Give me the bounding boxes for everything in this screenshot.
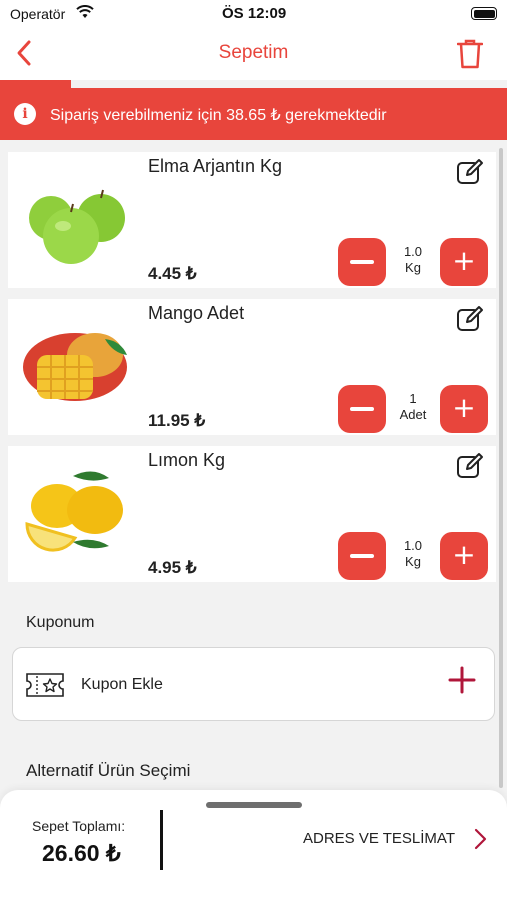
progress-track — [0, 80, 507, 88]
minus-icon — [350, 554, 374, 558]
quantity-unit: Kg — [405, 554, 421, 569]
address-delivery-button[interactable]: ADRES VE TESLİMAT — [300, 826, 500, 852]
edit-icon[interactable] — [456, 158, 484, 186]
quantity-unit: Adet — [399, 407, 427, 422]
battery-icon — [471, 7, 497, 20]
status-bar: Operatör ÖS 12:09 — [0, 0, 507, 30]
address-delivery-label: ADRES VE TESLİMAT — [303, 830, 455, 847]
mango-icon — [23, 333, 127, 401]
scrollbar[interactable] — [499, 148, 503, 788]
quantity-value: 1 — [409, 391, 417, 406]
divider — [160, 810, 163, 870]
chevron-right-icon — [474, 828, 487, 850]
minus-icon — [350, 407, 374, 411]
minimum-order-progress — [0, 80, 507, 88]
minus-icon — [350, 260, 374, 264]
plus-icon: + — [452, 538, 476, 571]
info-icon: i — [14, 103, 36, 125]
plus-icon[interactable] — [448, 666, 476, 694]
progress-fill — [0, 80, 71, 88]
alternative-product-section-title: Alternatif Ürün Seçimi — [26, 761, 191, 780]
coupon-section-title: Kuponum — [26, 614, 95, 631]
page-title: Sepetim — [218, 42, 289, 63]
product-price: 4.95 ₺ — [148, 558, 197, 577]
quantity-display: 1.0 Kg — [390, 244, 436, 276]
decrease-quantity-button[interactable] — [338, 238, 386, 286]
increase-quantity-button[interactable]: + — [440, 532, 488, 580]
product-name: Elma Arjantın Kg — [148, 156, 283, 176]
product-image[interactable] — [13, 448, 135, 580]
cart-item: Elma Arjantın Kg 4.45 ₺ 1.0 Kg + — [0, 146, 500, 293]
increase-quantity-button[interactable]: + — [440, 238, 488, 286]
minimum-order-alert: i Sipariş verebilmeniz için 38.65 ₺ gere… — [0, 88, 507, 140]
plus-icon: + — [452, 391, 476, 424]
product-image[interactable] — [13, 154, 135, 286]
add-coupon-label: Kupon Ekle — [81, 676, 163, 693]
quantity-display: 1 Adet — [390, 391, 436, 423]
quantity-value: 1.0 — [403, 538, 423, 553]
cart-item-list: Elma Arjantın Kg 4.45 ₺ 1.0 Kg + Mango A… — [0, 146, 500, 587]
trash-icon[interactable] — [457, 39, 483, 69]
edit-icon[interactable] — [456, 452, 484, 480]
alert-message: Sipariş verebilmeniz için 38.65 ₺ gerekm… — [50, 107, 387, 124]
cart-total-label: Sepet Toplamı: — [32, 818, 126, 834]
carrier-label: Operatör — [10, 6, 66, 22]
plus-icon: + — [452, 244, 476, 277]
green-apples-icon — [29, 189, 125, 264]
cart-item: Lımon Kg 4.95 ₺ 1.0 Kg + — [0, 440, 500, 587]
product-price: 4.45 ₺ — [148, 264, 197, 283]
clock: ÖS 12:09 — [222, 5, 287, 22]
decrease-quantity-button[interactable] — [338, 532, 386, 580]
sheet-drag-handle[interactable] — [206, 802, 302, 808]
quantity-display: 1.0 Kg — [390, 538, 436, 570]
cart-summary-sheet: Sepet Toplamı: 26.60 ₺ ADRES VE TESLİMAT — [0, 790, 507, 900]
navbar: Sepetim — [0, 30, 507, 80]
decrease-quantity-button[interactable] — [338, 385, 386, 433]
increase-quantity-button[interactable]: + — [440, 385, 488, 433]
cart-total-value: 26.60 ₺ — [42, 840, 121, 866]
add-coupon-row[interactable]: Kupon Ekle — [12, 647, 495, 721]
product-price: 11.95 ₺ — [148, 411, 206, 430]
quantity-unit: Kg — [405, 260, 421, 275]
product-image[interactable] — [13, 301, 135, 433]
coupon-ticket-icon — [26, 673, 64, 697]
cart-item: Mango Adet 11.95 ₺ 1 Adet + — [0, 293, 500, 440]
quantity-value: 1.0 — [403, 244, 423, 259]
edit-icon[interactable] — [456, 305, 484, 333]
product-name: Lımon Kg — [148, 450, 226, 470]
product-name: Mango Adet — [148, 303, 245, 323]
wifi-icon — [76, 5, 94, 18]
lemons-icon — [25, 471, 123, 552]
